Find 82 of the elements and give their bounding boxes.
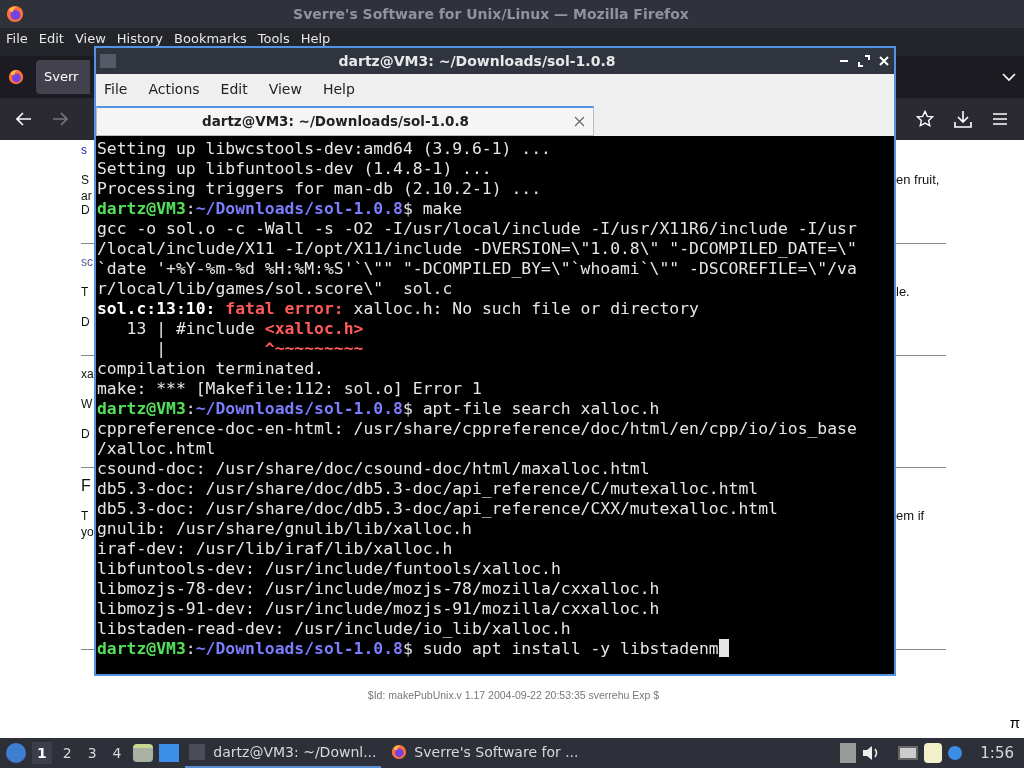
page-text: xa bbox=[81, 366, 94, 382]
menu-item[interactable]: View bbox=[268, 78, 302, 100]
terminal-line: libmozjs-91-dev: /usr/include/mozjs-91/mozilla/cxxalloc.h bbox=[97, 599, 660, 619]
terminal-line: sol.c:13:10: fatal error: xalloc.h: No such file or directory bbox=[97, 299, 699, 319]
menu-item[interactable]: Edit bbox=[220, 78, 248, 100]
page-text: S bbox=[81, 172, 90, 188]
firefox-logo-icon bbox=[8, 69, 24, 85]
page-text[interactable]: s bbox=[81, 142, 87, 158]
terminal-line: dartz@VM3:~/Downloads/sol-1.0.8$ sudo apt install -y libstadenm bbox=[97, 639, 729, 659]
page-text: ar bbox=[81, 188, 92, 204]
forward-arrow-icon[interactable] bbox=[52, 112, 68, 126]
network-icon[interactable] bbox=[898, 746, 919, 760]
page-text: T bbox=[81, 284, 89, 300]
menu-item[interactable]: Tools bbox=[257, 32, 290, 46]
menu-item[interactable]: Bookmarks bbox=[174, 32, 247, 46]
chevron-down-icon[interactable] bbox=[1002, 72, 1016, 82]
page-text: le. bbox=[896, 284, 911, 300]
terminal-line: compilation terminated. bbox=[97, 359, 324, 379]
menu-item[interactable]: Help bbox=[300, 32, 331, 46]
window-icon[interactable] bbox=[158, 744, 179, 762]
terminal-line: iraf-dev: /usr/lib/iraf/lib/xalloc.h bbox=[97, 539, 453, 559]
page-text: yo bbox=[81, 524, 94, 540]
terminal-line: r/local/lib/games/sol.score\" sol.c bbox=[97, 279, 453, 299]
page-text: D bbox=[81, 202, 90, 218]
download-icon[interactable] bbox=[954, 110, 972, 128]
terminal-line: csound-doc: /usr/share/doc/csound-doc/html/maxalloc.html bbox=[97, 459, 650, 479]
page-text[interactable]: sc bbox=[81, 254, 93, 270]
page-text: T bbox=[81, 508, 90, 524]
menu-item[interactable]: History bbox=[116, 32, 164, 46]
page-text: D bbox=[81, 426, 90, 442]
terminal-line: Setting up libwcstools-dev:amd64 (3.9.6-1) ... bbox=[97, 139, 551, 159]
terminal-line: 13 | #include <xalloc.h> bbox=[125, 319, 364, 339]
browser-tab[interactable]: Sverr bbox=[36, 60, 90, 94]
close-icon[interactable] bbox=[574, 116, 585, 127]
terminal-line: libmozjs-78-dev: /usr/include/mozjs-78/mozilla/cxxalloc.h bbox=[97, 579, 660, 599]
terminal-line: dartz@VM3:~/Downloads/sol-1.0.8$ apt-file search xalloc.h bbox=[97, 399, 660, 419]
maximize-icon[interactable] bbox=[858, 55, 870, 67]
star-icon[interactable] bbox=[916, 110, 934, 128]
back-arrow-icon[interactable] bbox=[16, 112, 32, 126]
menu-item[interactable]: Help bbox=[322, 78, 355, 100]
terminal-line: Setting up libfuntools-dev (1.4.8-1) ... bbox=[97, 159, 492, 179]
terminal-line: /xalloc.html bbox=[97, 439, 216, 459]
page-footer-text: $Id: makePubUnix.v 1.17 2004-09-22 20:53:35 sverrehu Exp $ bbox=[367, 687, 660, 703]
terminal-line: db5.3-doc: /usr/share/doc/db5.3-doc/api_reference/CXX/mutexalloc.html bbox=[97, 499, 778, 519]
text-cursor bbox=[718, 639, 729, 657]
terminal-line: db5.3-doc: /usr/share/doc/db5.3-doc/api_reference/C/mutexalloc.html bbox=[97, 479, 759, 499]
menu-item[interactable]: File bbox=[104, 78, 128, 100]
page-text: F bbox=[81, 478, 91, 494]
taskbar-button[interactable]: dartz@VM3: ~/Downl... bbox=[184, 738, 381, 768]
page-text: em if bbox=[896, 508, 926, 524]
terminal-line: make: *** [Makefile:112: sol.o] Error 1 bbox=[97, 379, 482, 399]
firefox-logo-icon bbox=[6, 5, 24, 23]
menu-icon[interactable] bbox=[992, 112, 1008, 126]
page-text: W bbox=[81, 396, 93, 412]
firefox-logo-icon bbox=[390, 742, 407, 762]
terminal-line: gnulib: /usr/share/gnulib/lib/xalloc.h bbox=[97, 519, 472, 539]
terminal-tab[interactable]: dartz@VM3: ~/Downloads/sol-1.0.8 bbox=[96, 106, 594, 136]
terminal-line: | ^~~~~~~~~~ bbox=[155, 339, 364, 359]
clock: 1:56 bbox=[980, 742, 1014, 764]
terminal-line: libfuntools-dev: /usr/include/funtools/xalloc.h bbox=[97, 559, 561, 579]
page-corner-text: π bbox=[1009, 712, 1020, 733]
menu-item[interactable]: Edit bbox=[38, 32, 64, 46]
workspace-button[interactable]: 2 bbox=[57, 742, 77, 764]
window-title: dartz@VM3: ~/Downloads/sol-1.0.8 bbox=[337, 51, 617, 71]
terminal-line: /local/include/X11 -I/opt/X11/include -DVERSION=\"1.0.8\" "-DCOMPILED_DATE=\" bbox=[97, 239, 857, 259]
workspace-button[interactable]: 3 bbox=[82, 742, 102, 764]
page-text: D bbox=[81, 314, 90, 330]
terminal-line: libstaden-read-dev: /usr/include/io_lib/xalloc.h bbox=[97, 619, 571, 639]
terminal-line: Processing triggers for man-db (2.10.2-1) ... bbox=[97, 179, 542, 199]
menu-item[interactable]: View bbox=[74, 32, 106, 46]
menu-item[interactable]: File bbox=[6, 32, 28, 46]
menu-item[interactable]: Actions bbox=[148, 78, 200, 100]
taskbar-button[interactable]: Sverre's Software for ... bbox=[386, 738, 583, 768]
file-cabinet-icon[interactable] bbox=[132, 744, 153, 762]
terminal-line: dartz@VM3:~/Downloads/sol-1.0.8$ make bbox=[97, 199, 463, 219]
workspace-button[interactable]: 1 bbox=[32, 742, 52, 764]
terminal-line: cppreference-doc-en-html: /usr/share/cppreference/doc/html/en/cpp/io/ios_base bbox=[97, 419, 857, 439]
workspace-button[interactable]: 4 bbox=[107, 742, 127, 764]
terminal-line: `date '+%Y-%m-%d %H:%M:%S'`\"" "-DCOMPILED_BY=\"`whoami`\"" -DSCOREFILE=\"/va bbox=[97, 259, 857, 279]
window-title: Sverre's Software for Unix/Linux — Mozilla Firefox bbox=[292, 4, 690, 24]
terminal-line: gcc -o sol.o -c -Wall -s -O2 -I/usr/local/include -I/usr/X11R6/include -I/usr bbox=[97, 219, 857, 239]
page-text: en fruit, bbox=[896, 172, 941, 188]
